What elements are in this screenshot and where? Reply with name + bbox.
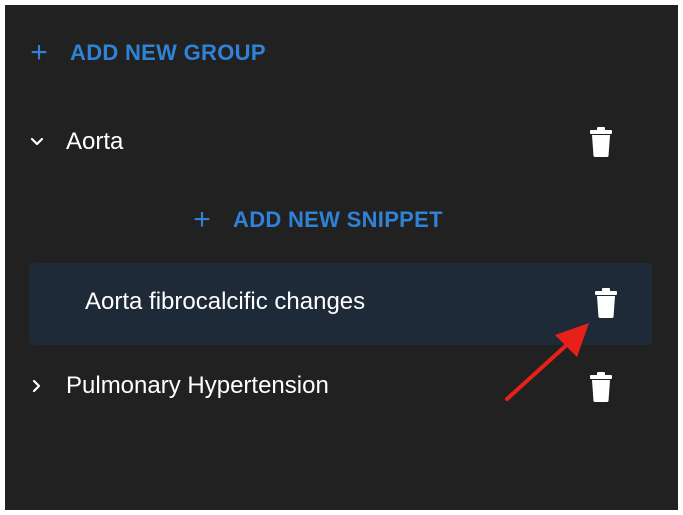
group-row-aorta[interactable]: Aorta: [5, 116, 678, 168]
group-label: Pulmonary Hypertension: [66, 372, 329, 399]
chevron-right-icon[interactable]: [30, 379, 44, 393]
add-new-group-label: ADD NEW GROUP: [70, 40, 266, 65]
group-row-pulmonary-hypertension[interactable]: Pulmonary Hypertension: [5, 360, 678, 412]
snippet-delete-button[interactable]: [595, 288, 617, 318]
chevron-down-icon[interactable]: [30, 135, 44, 149]
group-label: Aorta: [66, 128, 124, 155]
trash-icon: [595, 288, 617, 318]
plus-icon: +: [30, 36, 48, 69]
snippet-row[interactable]: Aorta fibrocalcific changes: [29, 263, 652, 345]
add-new-group-button[interactable]: + ADD NEW GROUP: [28, 37, 266, 69]
group-delete-button[interactable]: [590, 372, 612, 402]
group-delete-button[interactable]: [590, 127, 612, 157]
trash-icon: [590, 372, 612, 402]
plus-icon: +: [193, 203, 211, 236]
snippet-label: Aorta fibrocalcific changes: [85, 288, 366, 315]
trash-icon: [590, 127, 612, 157]
add-new-snippet-button[interactable]: + ADD NEW SNIPPET: [191, 204, 443, 236]
add-new-snippet-label: ADD NEW SNIPPET: [233, 207, 443, 232]
snippet-groups-panel: + ADD NEW GROUP Aorta + ADD NEW SNIPPET …: [5, 5, 678, 510]
